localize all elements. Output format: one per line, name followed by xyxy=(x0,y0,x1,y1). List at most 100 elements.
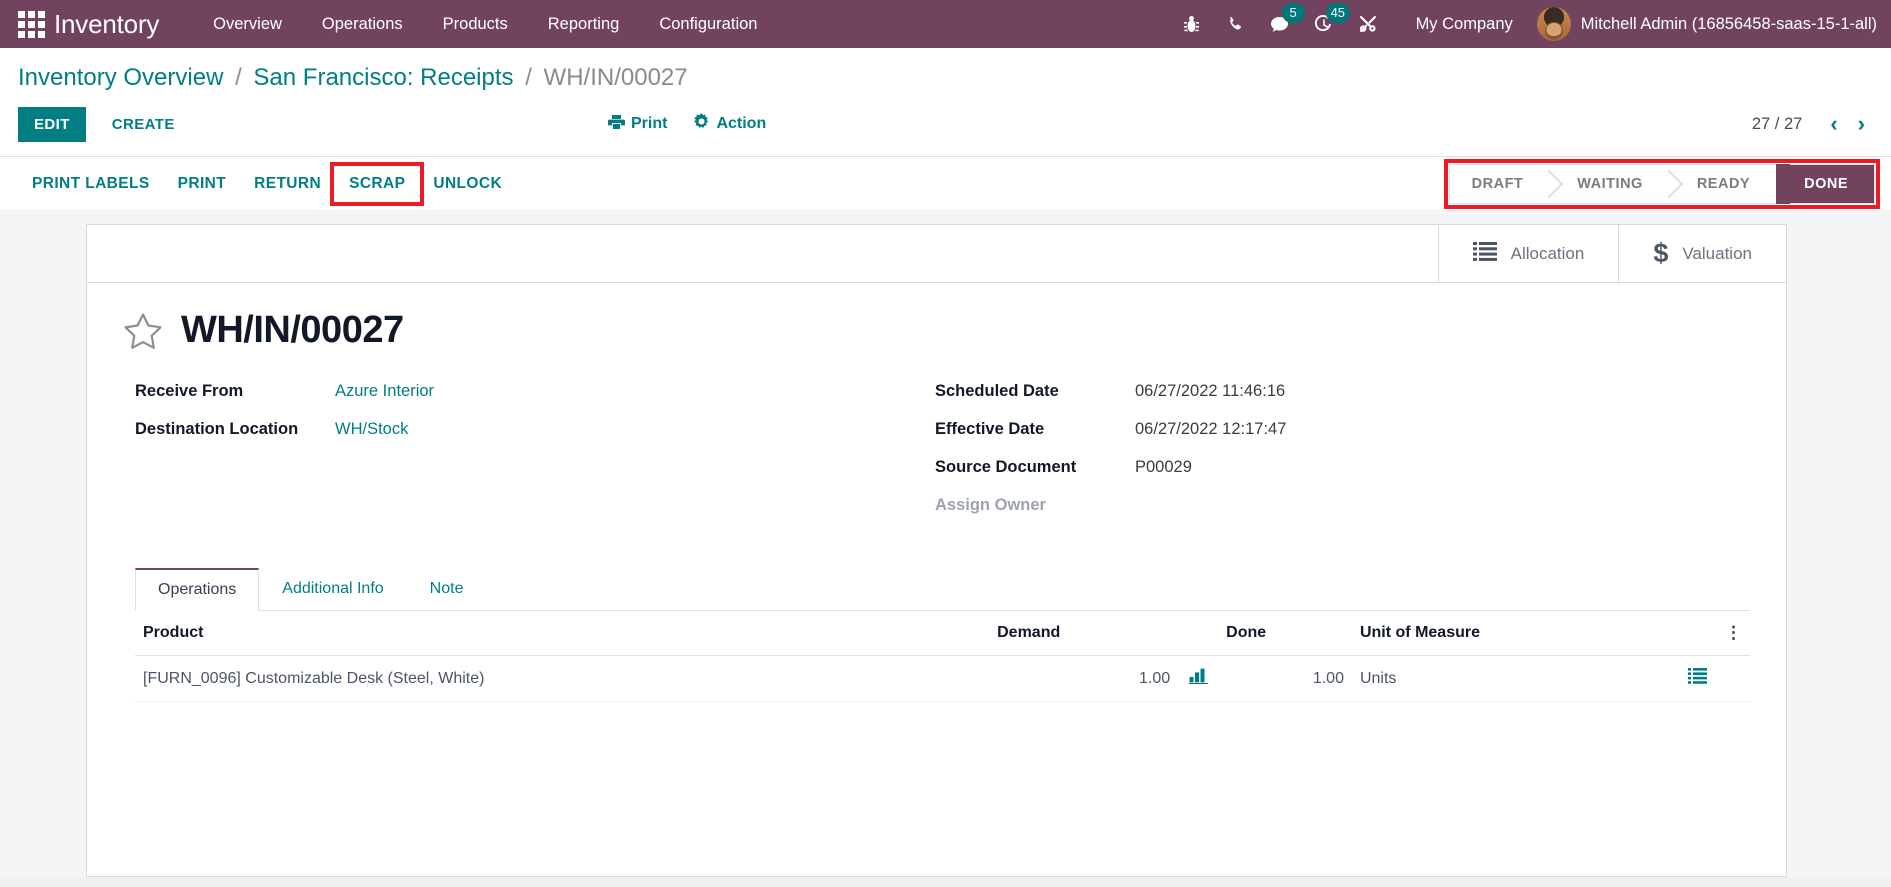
pager-previous-button[interactable]: ‹ xyxy=(1822,111,1845,137)
column-options-icon[interactable]: ⋮ xyxy=(1717,611,1750,656)
column-header-unit-of-measure: Unit of Measure xyxy=(1351,611,1677,656)
action-label: Action xyxy=(716,115,767,132)
column-header-row-action xyxy=(1677,611,1717,656)
unlock-button[interactable]: UNLOCK xyxy=(419,167,516,201)
field-destination-location: Destination Location WH/Stock xyxy=(135,420,935,446)
tools-icon[interactable] xyxy=(1346,0,1390,48)
pager: 27 / 27 ‹ › xyxy=(1752,111,1873,137)
gear-icon xyxy=(693,113,710,135)
field-source-document-value: P00029 xyxy=(1135,458,1192,476)
column-header-demand-icon xyxy=(1178,611,1219,656)
breadcrumb-separator-1: / xyxy=(235,64,242,91)
forecast-chart-glyph xyxy=(1188,668,1208,685)
tab-note[interactable]: Note xyxy=(407,568,487,611)
breadcrumb-current: WH/IN/00027 xyxy=(543,64,688,91)
edit-button[interactable]: EDIT xyxy=(18,106,86,142)
smart-button-allocation[interactable]: Allocation xyxy=(1437,225,1619,282)
form-column-right: Scheduled Date 06/27/2022 11:46:16 Effec… xyxy=(935,382,1750,534)
breadcrumb-root[interactable]: Inventory Overview xyxy=(18,64,223,91)
scrap-button[interactable]: SCRAP xyxy=(330,161,425,206)
breadcrumb-separator-2: / xyxy=(525,64,532,91)
action-menu-button[interactable]: Action xyxy=(693,113,766,135)
sheet-body: WH/IN/00027 Receive From Azure Interior … xyxy=(87,283,1786,702)
forecast-chart-icon[interactable] xyxy=(1178,655,1219,702)
column-header-demand: Demand xyxy=(989,611,1179,656)
form-sheet: Allocation $ Valuation WH/IN/00027 Recei… xyxy=(86,224,1787,877)
user-menu[interactable]: Mitchell Admin (16856458-saas-15-1-all) xyxy=(1531,7,1877,41)
field-effective-date: Effective Date 06/27/2022 12:17:47 xyxy=(935,420,1750,446)
user-name-label: Mitchell Admin (16856458-saas-15-1-all) xyxy=(1580,14,1877,33)
record-title-row: WH/IN/00027 xyxy=(123,309,1750,352)
tab-additional-info[interactable]: Additional Info xyxy=(259,568,406,611)
breadcrumb: Inventory Overview / San Francisco: Rece… xyxy=(0,48,1891,104)
smart-button-allocation-label: Allocation xyxy=(1510,243,1585,263)
page-title: WH/IN/00027 xyxy=(181,309,404,351)
apps-grid-icon[interactable] xyxy=(14,7,48,41)
table-row[interactable]: [FURN_0096] Customizable Desk (Steel, Wh… xyxy=(135,655,1750,702)
menu-item-products[interactable]: Products xyxy=(423,0,528,48)
navbar-systray: 5 45 My Company Mitchell Admin (16856458… xyxy=(1170,0,1891,48)
phone-icon[interactable] xyxy=(1214,0,1258,48)
field-receive-from-label: Receive From xyxy=(135,382,244,400)
field-effective-date-label: Effective Date xyxy=(935,420,1045,438)
bug-icon[interactable] xyxy=(1170,0,1214,48)
content-area: Allocation $ Valuation WH/IN/00027 Recei… xyxy=(0,210,1891,877)
printer-icon xyxy=(608,114,625,135)
messages-icon[interactable]: 5 xyxy=(1258,0,1305,48)
field-effective-date-value: 06/27/2022 12:17:47 xyxy=(1135,420,1287,438)
menu-item-overview[interactable]: Overview xyxy=(193,0,302,48)
activities-clock-icon[interactable]: 45 xyxy=(1302,0,1351,48)
control-panel-top: EDIT CREATE Print Action 27 / 27 ‹ › xyxy=(0,104,1891,156)
status-stage-waiting[interactable]: WAITING xyxy=(1549,164,1669,203)
dollar-icon: $ xyxy=(1653,238,1669,268)
app-brand-inventory[interactable]: Inventory xyxy=(54,9,159,40)
notebook-tabs: Operations Additional Info Note xyxy=(135,568,1750,611)
print-button[interactable]: PRINT xyxy=(164,167,241,201)
top-navbar: Inventory Overview Operations Products R… xyxy=(0,0,1891,48)
tab-operations[interactable]: Operations xyxy=(135,568,260,611)
pager-count: 27 / 27 xyxy=(1751,114,1803,133)
field-destination-location-value[interactable]: WH/Stock xyxy=(335,420,408,439)
menu-item-operations[interactable]: Operations xyxy=(302,0,423,48)
star-outline-icon[interactable] xyxy=(123,312,163,350)
action-button-bar: PRINT LABELS PRINT RETURN SCRAP UNLOCK D… xyxy=(0,156,1891,210)
print-label: Print xyxy=(631,115,668,132)
status-stage-ready[interactable]: READY xyxy=(1668,164,1777,203)
cell-unit-of-measure[interactable]: Units xyxy=(1351,655,1677,702)
print-menu-button[interactable]: Print xyxy=(608,114,667,135)
column-header-done: Done xyxy=(1218,611,1352,656)
operations-table: Product Demand Done Unit of Measure ⋮ [F… xyxy=(135,611,1750,702)
detailed-operations-icon[interactable] xyxy=(1677,655,1717,702)
field-source-document-label: Source Document xyxy=(935,458,1077,476)
menu-item-configuration[interactable]: Configuration xyxy=(639,0,777,48)
cell-demand[interactable]: 1.00 xyxy=(989,655,1179,702)
column-options-dots[interactable]: ⋮ xyxy=(1725,623,1742,642)
cell-done[interactable]: 1.00 xyxy=(1218,655,1352,702)
field-assign-owner: Assign Owner xyxy=(935,496,1750,522)
column-header-product: Product xyxy=(135,611,990,656)
form-fields: Receive From Azure Interior Destination … xyxy=(123,382,1750,534)
field-scheduled-date-value: 06/27/2022 11:46:16 xyxy=(1135,382,1286,400)
status-stage-draft[interactable]: DRAFT xyxy=(1449,164,1550,203)
field-receive-from-value[interactable]: Azure Interior xyxy=(335,382,434,401)
pager-next-button[interactable]: › xyxy=(1850,111,1873,137)
create-button[interactable]: CREATE xyxy=(96,107,191,142)
cell-row-options xyxy=(1717,655,1750,702)
field-scheduled-date: Scheduled Date 06/27/2022 11:46:16 xyxy=(935,382,1750,408)
print-labels-button[interactable]: PRINT LABELS xyxy=(18,167,164,201)
menu-item-reporting[interactable]: Reporting xyxy=(528,0,640,48)
list-icon xyxy=(1472,241,1497,266)
field-destination-location-label: Destination Location xyxy=(135,420,299,438)
smart-button-valuation[interactable]: $ Valuation xyxy=(1618,225,1786,282)
smart-button-valuation-label: Valuation xyxy=(1682,243,1752,263)
breadcrumb-parent[interactable]: San Francisco: Receipts xyxy=(253,64,513,91)
operations-table-body: [FURN_0096] Customizable Desk (Steel, Wh… xyxy=(135,655,1750,702)
return-button[interactable]: RETURN xyxy=(240,167,335,201)
status-stage-done[interactable]: DONE xyxy=(1776,164,1874,203)
field-receive-from: Receive From Azure Interior xyxy=(135,382,935,408)
control-panel-actions: Print Action xyxy=(608,113,766,135)
company-switcher[interactable]: My Company xyxy=(1390,15,1531,34)
main-menu: Overview Operations Products Reporting C… xyxy=(193,0,777,48)
cell-product[interactable]: [FURN_0096] Customizable Desk (Steel, Wh… xyxy=(135,655,990,702)
field-assign-owner-label: Assign Owner xyxy=(935,496,1046,514)
